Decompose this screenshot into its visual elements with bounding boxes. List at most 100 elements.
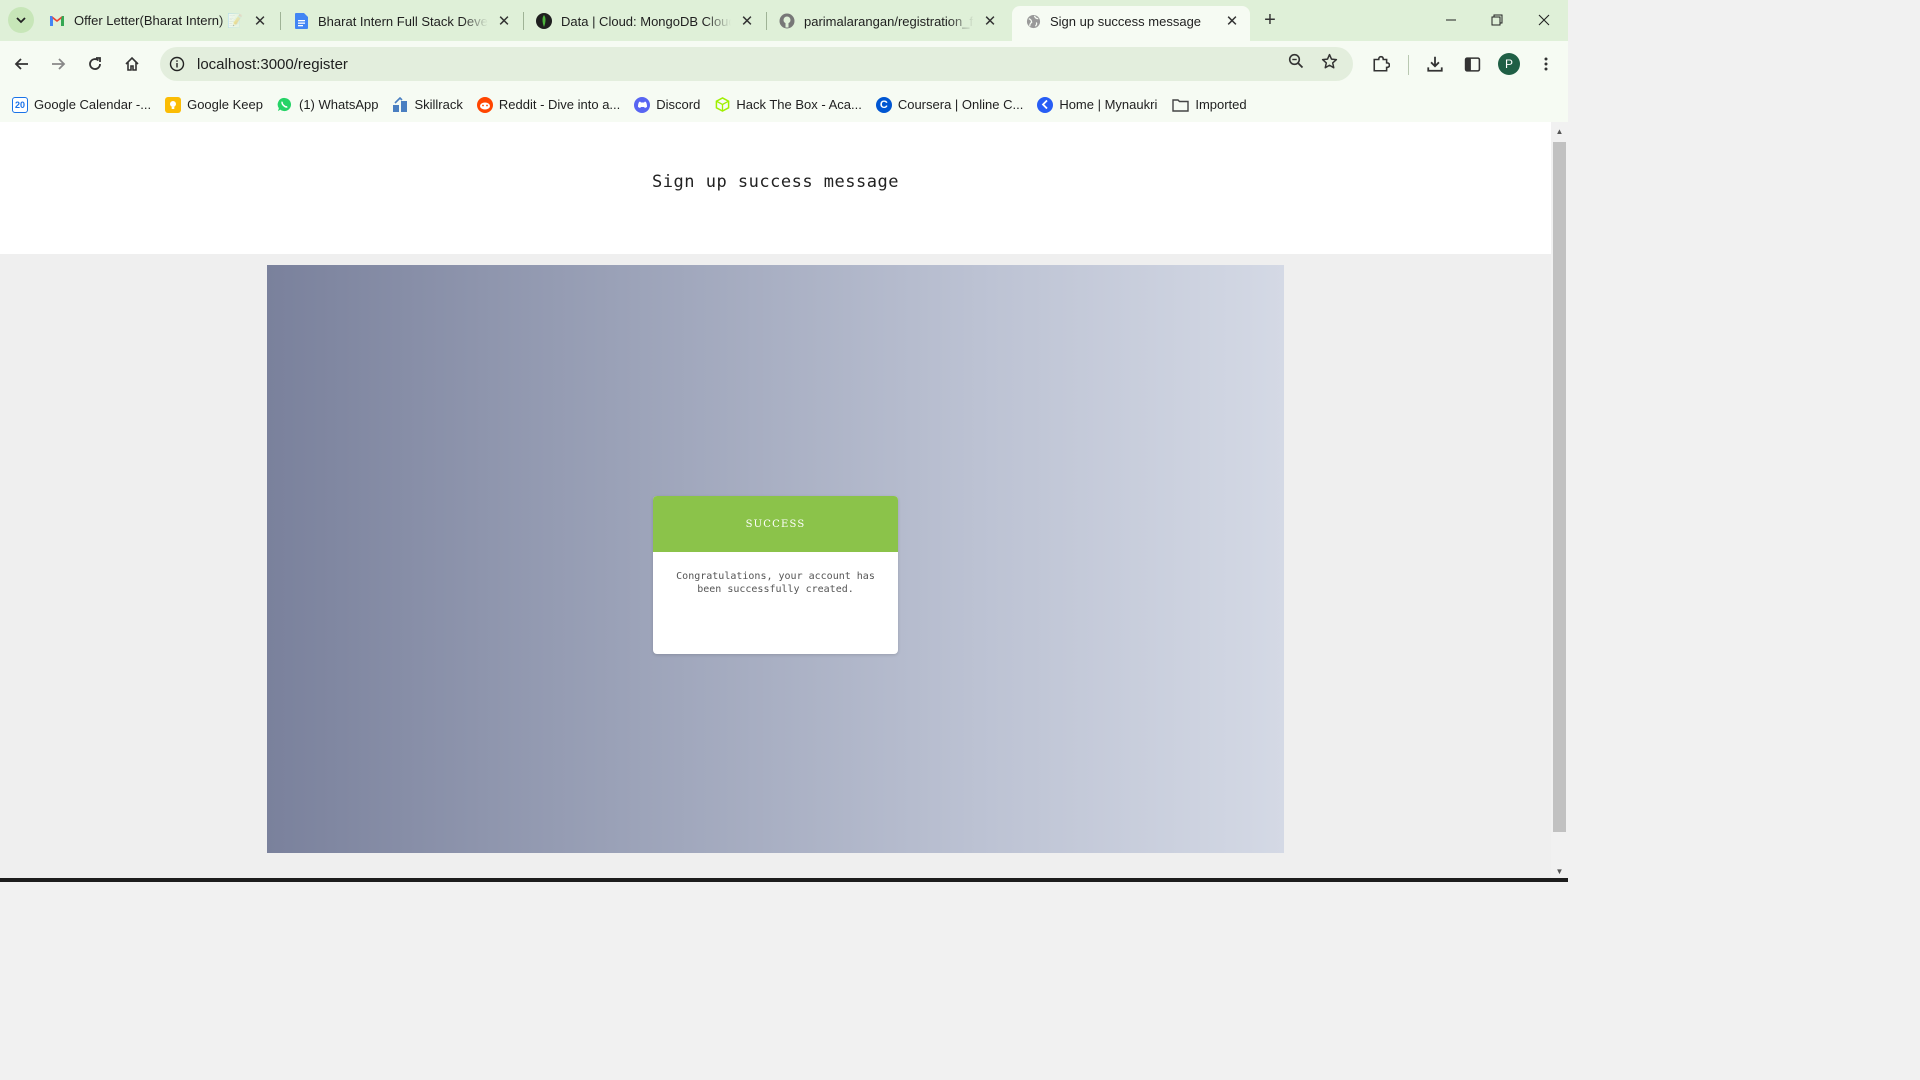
discord-icon [634, 96, 651, 113]
success-card: SUCCESS Congratulations, your account ha… [653, 496, 898, 654]
mynaukri-icon [1037, 96, 1054, 113]
scroll-up-icon[interactable]: ▲ [1554, 126, 1565, 136]
tab-bharat-intern-doc[interactable]: Bharat Intern Full Stack Develop ✕ [280, 6, 522, 36]
close-icon [1538, 14, 1550, 26]
close-icon[interactable]: ✕ [494, 11, 514, 31]
side-panel-icon [1464, 56, 1480, 72]
bookmark-label: Home | Mynaukri [1059, 97, 1158, 112]
bookmark-label: (1) WhatsApp [298, 97, 379, 112]
scrollbar-thumb[interactable] [1553, 142, 1566, 832]
bookmark-label: Discord [656, 97, 701, 112]
page-viewport: Sign up success message SUCCESS Congratu… [0, 122, 1551, 882]
zoom-icon [1288, 53, 1304, 69]
site-info-icon[interactable] [160, 56, 194, 72]
skillrack-icon [392, 96, 408, 113]
bookmark-skillrack[interactable]: Skillrack [392, 96, 463, 113]
downloads-button[interactable] [1423, 52, 1447, 76]
close-icon[interactable]: ✕ [250, 11, 270, 31]
page-header: Sign up success message [0, 122, 1551, 254]
tab-title: Sign up success message [1050, 13, 1202, 29]
home-icon [125, 56, 139, 71]
tab-strip: Offer Letter(Bharat Intern) 📝 - g ✕ Bhar… [0, 0, 1568, 41]
tab-mongodb[interactable]: Data | Cloud: MongoDB Cloud ✕ [523, 6, 765, 36]
profile-avatar[interactable]: P [1498, 53, 1520, 75]
coursera-icon: C [875, 96, 892, 113]
bookmark-google-calendar[interactable]: 20 Google Calendar -... [12, 96, 152, 113]
minimize-icon [1446, 19, 1456, 21]
bookmarks-bar: 20 Google Calendar -... Google Keep (1) … [0, 87, 1568, 122]
bookmark-reddit[interactable]: Reddit - Dive into a... [476, 96, 621, 113]
home-button[interactable] [118, 50, 146, 78]
google-docs-icon [293, 13, 309, 29]
bookmark-label: Skillrack [414, 97, 463, 112]
github-icon [779, 13, 795, 29]
success-card-header: SUCCESS [653, 496, 898, 552]
tab-github[interactable]: parimalarangan/registration_for ✕ [766, 6, 1008, 36]
bookmark-star-button[interactable] [1317, 49, 1341, 73]
tab-title: Offer Letter(Bharat Intern) 📝 - g [74, 13, 244, 28]
globe-icon [1025, 13, 1041, 29]
toolbar-divider [1408, 55, 1409, 75]
bookmark-label: Reddit - Dive into a... [498, 97, 621, 112]
tab-title: Bharat Intern Full Stack Develop [318, 13, 488, 29]
bookmark-label: Google Calendar -... [34, 97, 152, 112]
forward-button[interactable] [44, 50, 72, 78]
calendar-icon: 20 [12, 96, 28, 113]
scroll-down-icon[interactable]: ▼ [1554, 866, 1565, 876]
download-icon [1427, 56, 1443, 72]
restore-button[interactable] [1474, 0, 1520, 40]
tab-title: Data | Cloud: MongoDB Cloud [561, 13, 731, 29]
gmail-icon [49, 13, 65, 29]
bookmark-label: Hack The Box - Aca... [736, 97, 862, 112]
bookmark-coursera[interactable]: C Coursera | Online C... [875, 96, 1024, 113]
tab-title: parimalarangan/registration_for [804, 13, 974, 29]
page-title: Sign up success message [652, 172, 899, 192]
bookmark-hack-the-box[interactable]: Hack The Box - Aca... [714, 97, 862, 113]
gradient-panel: SUCCESS Congratulations, your account ha… [267, 265, 1284, 853]
arrow-left-icon [14, 58, 28, 70]
close-icon[interactable]: ✕ [1222, 11, 1242, 31]
puzzle-icon [1373, 55, 1390, 72]
success-card-body: Congratulations, your account has been s… [653, 552, 898, 596]
more-vertical-icon [1544, 57, 1548, 71]
bookmark-label: Imported [1195, 97, 1247, 112]
bookmark-google-keep[interactable]: Google Keep [165, 96, 263, 113]
bookmark-folder-imported[interactable]: Imported [1171, 97, 1247, 113]
address-bar[interactable]: localhost:3000/register [160, 47, 1353, 81]
browser-menu-button[interactable] [1534, 52, 1558, 76]
minimize-button[interactable] [1428, 0, 1474, 40]
tab-sign-up-success[interactable]: Sign up success message ✕ [1012, 6, 1250, 41]
success-message: Congratulations, your account has been s… [676, 571, 875, 595]
new-tab-button[interactable]: + [1258, 8, 1282, 32]
bookmark-mynaukri[interactable]: Home | Mynaukri [1037, 96, 1158, 113]
reload-icon [89, 57, 101, 70]
close-icon[interactable]: ✕ [980, 11, 1000, 31]
window-bottom-edge [0, 878, 1568, 882]
bookmark-label: Coursera | Online C... [897, 97, 1024, 112]
whatsapp-icon [277, 97, 293, 113]
hackthebox-icon [714, 97, 730, 113]
side-panel-button[interactable] [1460, 52, 1484, 76]
bookmark-discord[interactable]: Discord [634, 96, 701, 113]
close-icon[interactable]: ✕ [737, 11, 757, 31]
browser-toolbar: localhost:3000/register P [0, 41, 1568, 87]
star-icon [1321, 53, 1337, 69]
bookmark-whatsapp[interactable]: (1) WhatsApp [277, 97, 378, 113]
tab-offer-letter[interactable]: Offer Letter(Bharat Intern) 📝 - g ✕ [36, 6, 278, 36]
mongodb-icon [536, 13, 552, 29]
extensions-button[interactable] [1369, 52, 1393, 76]
keep-icon [165, 96, 182, 113]
reload-button[interactable] [81, 50, 109, 78]
vertical-scrollbar[interactable]: ▲ ▼ [1551, 122, 1568, 882]
arrow-right-icon [52, 58, 66, 70]
tab-search-button[interactable] [8, 7, 34, 33]
zoom-button[interactable] [1284, 49, 1308, 73]
url-text[interactable]: localhost:3000/register [197, 56, 348, 73]
success-title: SUCCESS [745, 518, 806, 530]
restore-icon [1491, 14, 1503, 26]
close-window-button[interactable] [1521, 0, 1567, 40]
reddit-icon [476, 96, 493, 113]
back-button[interactable] [8, 50, 36, 78]
chevron-down-icon [16, 17, 26, 24]
folder-icon [1171, 97, 1189, 113]
